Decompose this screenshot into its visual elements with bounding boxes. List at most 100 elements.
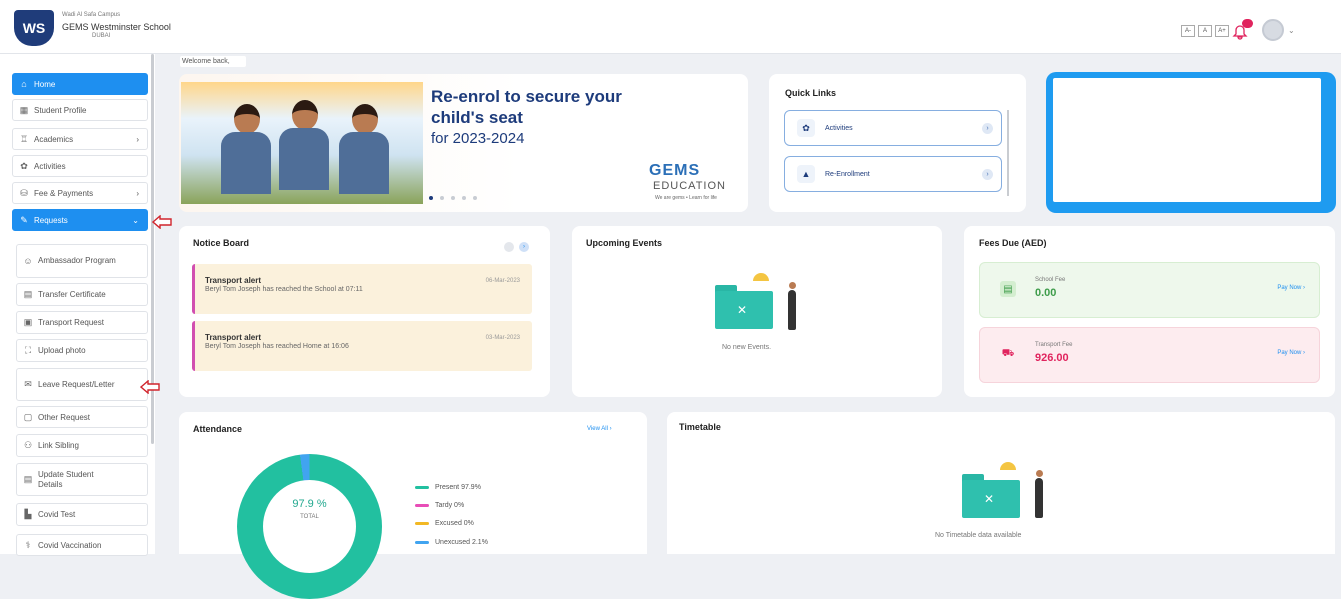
activities-icon: ✿ — [20, 160, 28, 171]
sidebar-subitem-label: Ambassador Program — [38, 256, 116, 265]
sidebar-subitem-update-student-details[interactable]: ▤ Update Student Details — [16, 463, 148, 496]
photo-icon: ⛶ — [24, 345, 32, 355]
carousel-dot[interactable] — [440, 196, 444, 200]
gems-tagline: We are gems • Learn for life — [655, 195, 717, 201]
student-figure — [221, 104, 273, 204]
top-bar: WS Wadi Al Safa Campus GEMS Westminster … — [0, 0, 1341, 54]
notice-description: Beryl Tom Joseph has reached the School … — [205, 286, 363, 293]
sidebar-subitem-label: Update Student Details — [38, 469, 94, 489]
notice-board-title: Notice Board — [193, 238, 250, 248]
view-all-link[interactable]: View All › — [587, 426, 612, 432]
font-decrease-button[interactable]: A- — [1181, 25, 1195, 37]
chevron-right-icon: › — [982, 122, 993, 134]
legend-tardy: Tardy 0% — [415, 502, 464, 509]
quick-links-scrollbar[interactable] — [1007, 110, 1009, 196]
notice-item[interactable]: Transport alert Beryl Tom Joseph has rea… — [192, 321, 532, 371]
sidebar-subitem-label: Upload photo — [38, 346, 86, 355]
quick-links-card: Quick Links ✿ Activities › ▲ Re-Enrollme… — [769, 74, 1026, 212]
pay-now-button[interactable]: Pay Now › — [1277, 285, 1305, 291]
sidebar-subitem-covid-vaccination[interactable]: ⚕ Covid Vaccination — [16, 534, 148, 556]
timetable-title: Timetable — [679, 422, 721, 432]
leave-icon: ✉ — [24, 379, 32, 389]
fee-label: School Fee — [1035, 277, 1066, 283]
sidebar-item-label: Activities — [34, 161, 66, 171]
sidebar-subitem-transfer-certificate[interactable]: ▤ Transfer Certificate — [16, 283, 148, 306]
notice-item[interactable]: Transport alert Beryl Tom Joseph has rea… — [192, 264, 532, 314]
test-icon: ▙ — [24, 509, 32, 519]
quick-link-label: Re-Enrollment — [825, 170, 870, 178]
attendance-total-value: 97.9 % — [292, 498, 327, 510]
sidebar-subitem-label: Link Sibling — [38, 441, 79, 450]
empty-events-text: No new Events. — [722, 344, 772, 351]
re-enrollment-icon: ▲ — [797, 165, 815, 183]
sidebar-item-student-profile[interactable]: ▦ Student Profile — [12, 99, 148, 121]
other-request-icon: ▢ — [23, 411, 33, 422]
quick-link-label: Activities — [825, 124, 853, 132]
school-campus: Wadi Al Safa Campus — [62, 12, 121, 18]
carousel-dot[interactable] — [473, 196, 477, 200]
certificate-icon: ▤ — [23, 289, 33, 299]
sidebar-item-academics[interactable]: ♖ Academics › — [12, 128, 148, 150]
person-illustration — [1035, 470, 1043, 518]
sidebar-item-activities[interactable]: ✿ Activities — [12, 155, 148, 177]
student-icon: ▦ — [19, 104, 29, 115]
upcoming-events-card: Upcoming Events ✕ No new Events. — [572, 226, 942, 397]
sidebar-subitem-label: Covid Vaccination — [38, 540, 102, 550]
next-icon[interactable]: › — [519, 242, 529, 252]
sidebar-item-fee-payments[interactable]: ⛁ Fee & Payments › — [12, 182, 148, 204]
gems-logo: GEMS — [649, 162, 701, 179]
sidebar-subitem-upload-photo[interactable]: ⛶ Upload photo — [16, 339, 148, 362]
sidebar-item-label: Academics — [34, 134, 74, 144]
fee-icon: ⛁ — [20, 187, 28, 198]
student-figure — [339, 104, 391, 204]
quick-link-activities[interactable]: ✿ Activities › — [784, 110, 1002, 146]
quick-link-re-enrollment[interactable]: ▲ Re-Enrollment › — [784, 156, 1002, 192]
sidebar-subitem-link-sibling[interactable]: ⚇ Link Sibling — [16, 434, 148, 457]
attendance-card: Attendance View All › 97.9 % TOTAL Prese… — [179, 412, 647, 599]
sidebar-subitem-ambassador-program[interactable]: ☺ Ambassador Program — [16, 244, 148, 278]
notice-title: Transport alert — [205, 276, 262, 285]
chevron-right-icon: › — [136, 134, 139, 144]
carousel-dot[interactable] — [429, 196, 433, 200]
sidebar-subitem-leave-request[interactable]: ✉ Leave Request/Letter — [16, 368, 148, 401]
empty-folder-icon: ✕ — [715, 273, 773, 329]
carousel-dot[interactable] — [451, 196, 455, 200]
sidebar-subitem-label: Transfer Certificate — [38, 290, 106, 299]
enrolment-banner[interactable]: Re-enrol to secure your child's seat for… — [179, 74, 748, 212]
activities-icon: ✿ — [797, 119, 815, 137]
school-fee-icon: ▤ — [1000, 281, 1016, 297]
sibling-icon: ⚇ — [23, 440, 33, 450]
avatar[interactable] — [1262, 19, 1284, 41]
quick-links-title: Quick Links — [785, 88, 837, 98]
sidebar-subitem-covid-test[interactable]: ▙ Covid Test — [16, 503, 148, 526]
sidebar-subitem-transport-request[interactable]: ▣ Transport Request — [16, 311, 148, 334]
fee-amount: 926.00 — [1035, 352, 1069, 364]
annotation-arrow-icon — [152, 215, 172, 229]
chevron-right-icon: › — [136, 188, 139, 198]
sidebar-subitem-other-request[interactable]: ▢ Other Request — [16, 406, 148, 428]
chevron-down-icon[interactable]: ⌄ — [1288, 26, 1295, 35]
bus-icon: ▣ — [23, 317, 33, 327]
student-figure — [279, 100, 331, 204]
sidebar-item-requests[interactable]: ✎ Requests ⌄ — [12, 209, 148, 231]
empty-folder-icon: ✕ — [962, 462, 1020, 518]
font-increase-button[interactable]: A+ — [1215, 25, 1229, 37]
sidebar-item-home[interactable]: ⌂ Home — [12, 73, 148, 95]
transport-fee-row: ⛟ Transport Fee 926.00 Pay Now › — [979, 327, 1320, 383]
annotation-arrow-icon — [140, 380, 160, 394]
font-reset-button[interactable]: A — [1198, 25, 1212, 37]
prev-icon[interactable] — [504, 242, 514, 252]
upcoming-events-title: Upcoming Events — [586, 238, 663, 248]
chevron-right-icon: › — [982, 168, 993, 180]
donut-center — [263, 480, 356, 573]
school-logo[interactable]: WS — [14, 10, 54, 46]
sidebar-subitem-label: Transport Request — [38, 318, 104, 327]
pay-now-button[interactable]: Pay Now › — [1277, 350, 1305, 356]
promo-panel-content — [1053, 78, 1321, 202]
details-icon: ▤ — [23, 474, 33, 484]
sidebar-item-label: Home — [34, 79, 56, 89]
attendance-title: Attendance — [193, 424, 243, 434]
school-name: GEMS Westminster School — [62, 22, 171, 32]
carousel-dot[interactable] — [462, 196, 466, 200]
banner-year: for 2023-2024 — [431, 130, 525, 147]
